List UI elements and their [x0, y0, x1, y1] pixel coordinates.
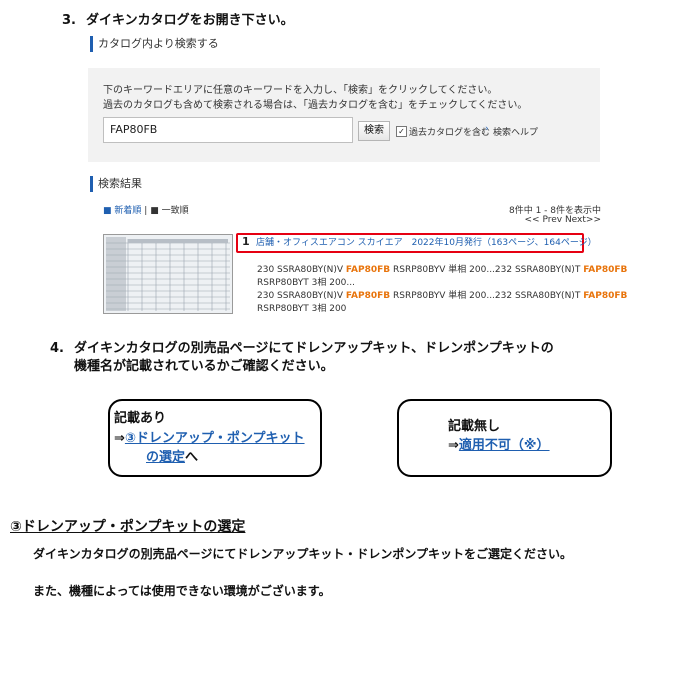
drain-kit-selection-link[interactable]: ③ドレンアップ・ポンプキット: [125, 431, 305, 446]
snippet-highlight: FAP80FB: [345, 291, 391, 301]
square-bullet-icon: ■: [150, 206, 159, 216]
step-4-line-1: ダイキンカタログの別売品ページにてドレンアップキット、ドレンポンプキットの: [74, 341, 554, 356]
snippet-line: 230 SSRA80BY(N)V FAP80FB RSRP80BYV 単相 20…: [257, 290, 627, 303]
step-4-number: 4.: [50, 341, 64, 356]
search-help-link[interactable]: 検索ヘルプ: [493, 125, 538, 138]
listed-link-row-2: の選定へ: [146, 449, 198, 467]
sort-separator: |: [144, 206, 148, 216]
result-number: 1: [242, 235, 250, 248]
pager-links[interactable]: << Prev Next>>: [525, 215, 602, 225]
snippet-highlight: FAP80FB: [345, 265, 391, 275]
section-3-paragraph-1: ダイキンカタログの別売品ページにてドレンアップキット・ドレンポンプキットをご選定…: [33, 547, 573, 561]
listed-link-row: ⇒③ドレンアップ・ポンプキット: [114, 430, 305, 448]
snippet-text: RSRP80BYV 単相 200...232 SSRA80BY(N)T: [390, 265, 584, 275]
result-title-link[interactable]: 店舗・オフィスエアコン スカイエア 2022年10月発行（163ページ、164ペ…: [256, 235, 597, 251]
search-instruction-1: 下のキーワードエリアに任意のキーワードを入力し、「検索」をクリックしてください。: [103, 85, 498, 96]
search-instruction-2: 過去のカタログも含めて検索される場合は、「過去カタログを含む」をチェックしてくだ…: [103, 100, 528, 111]
drain-kit-selection-link-2[interactable]: の選定: [146, 450, 185, 465]
arrow-icon: ⇒: [114, 431, 125, 446]
catalog-search-title: カタログ内より検索する: [90, 36, 598, 52]
sort-new-link[interactable]: 新着順: [114, 206, 141, 216]
include-past-checkbox[interactable]: ✓: [396, 126, 407, 137]
snippet-line: 230 SSRA80BY(N)V FAP80FB RSRP80BYV 単相 20…: [257, 264, 627, 277]
listed-heading: 記載あり: [114, 411, 167, 426]
snippet-text: 230 SSRA80BY(N)V: [257, 291, 346, 301]
section-3-paragraph-2: また、機種によっては使用できない環境がございます。: [33, 584, 331, 598]
sort-controls: ■ 新着順 | ■ 一致順: [103, 203, 189, 216]
sort-match-label[interactable]: 一致順: [162, 206, 189, 216]
section-3-title: ③ドレンアップ・ポンプキットの選定: [10, 519, 246, 535]
snippet-text: 230 SSRA80BY(N)V: [257, 265, 346, 275]
chevron-right-icon: ›: [485, 124, 489, 134]
step-3-text: ダイキンカタログをお開き下さい。: [86, 13, 294, 28]
snippet-highlight: FAP80FB: [583, 291, 628, 301]
step-4-line-2: 機種名が記載されているかご確認ください。: [74, 359, 334, 374]
not-applicable-link[interactable]: 適用不可（※）: [459, 438, 550, 453]
step-3-number: 3.: [62, 13, 76, 28]
snippet-line: RSRP80BYT 3相 200: [257, 303, 346, 316]
snippet-text: RSRP80BYT 3相 200...: [257, 278, 355, 288]
arrow-icon: ⇒: [448, 438, 459, 453]
not-listed-link-row: ⇒適用不可（※）: [448, 437, 550, 455]
listed-suffix: へ: [185, 450, 199, 465]
snippet-text: RSRP80BYT 3相 200: [257, 304, 347, 314]
snippet-line: RSRP80BYT 3相 200...: [257, 277, 355, 290]
not-listed-heading: 記載無し: [448, 419, 501, 434]
search-button[interactable]: 検索: [358, 121, 390, 141]
snippet-highlight: FAP80FB: [583, 265, 628, 275]
square-bullet-icon: ■: [103, 206, 112, 216]
keyword-input[interactable]: FAP80FB: [103, 117, 353, 143]
catalog-page-thumbnail[interactable]: [103, 234, 233, 314]
thumbnail-table-graphic: [104, 235, 232, 313]
snippet-text: RSRP80BYV 単相 200...232 SSRA80BY(N)T: [390, 291, 584, 301]
results-title: 検索結果: [90, 176, 298, 192]
include-past-label: 過去カタログを含む: [409, 128, 491, 138]
